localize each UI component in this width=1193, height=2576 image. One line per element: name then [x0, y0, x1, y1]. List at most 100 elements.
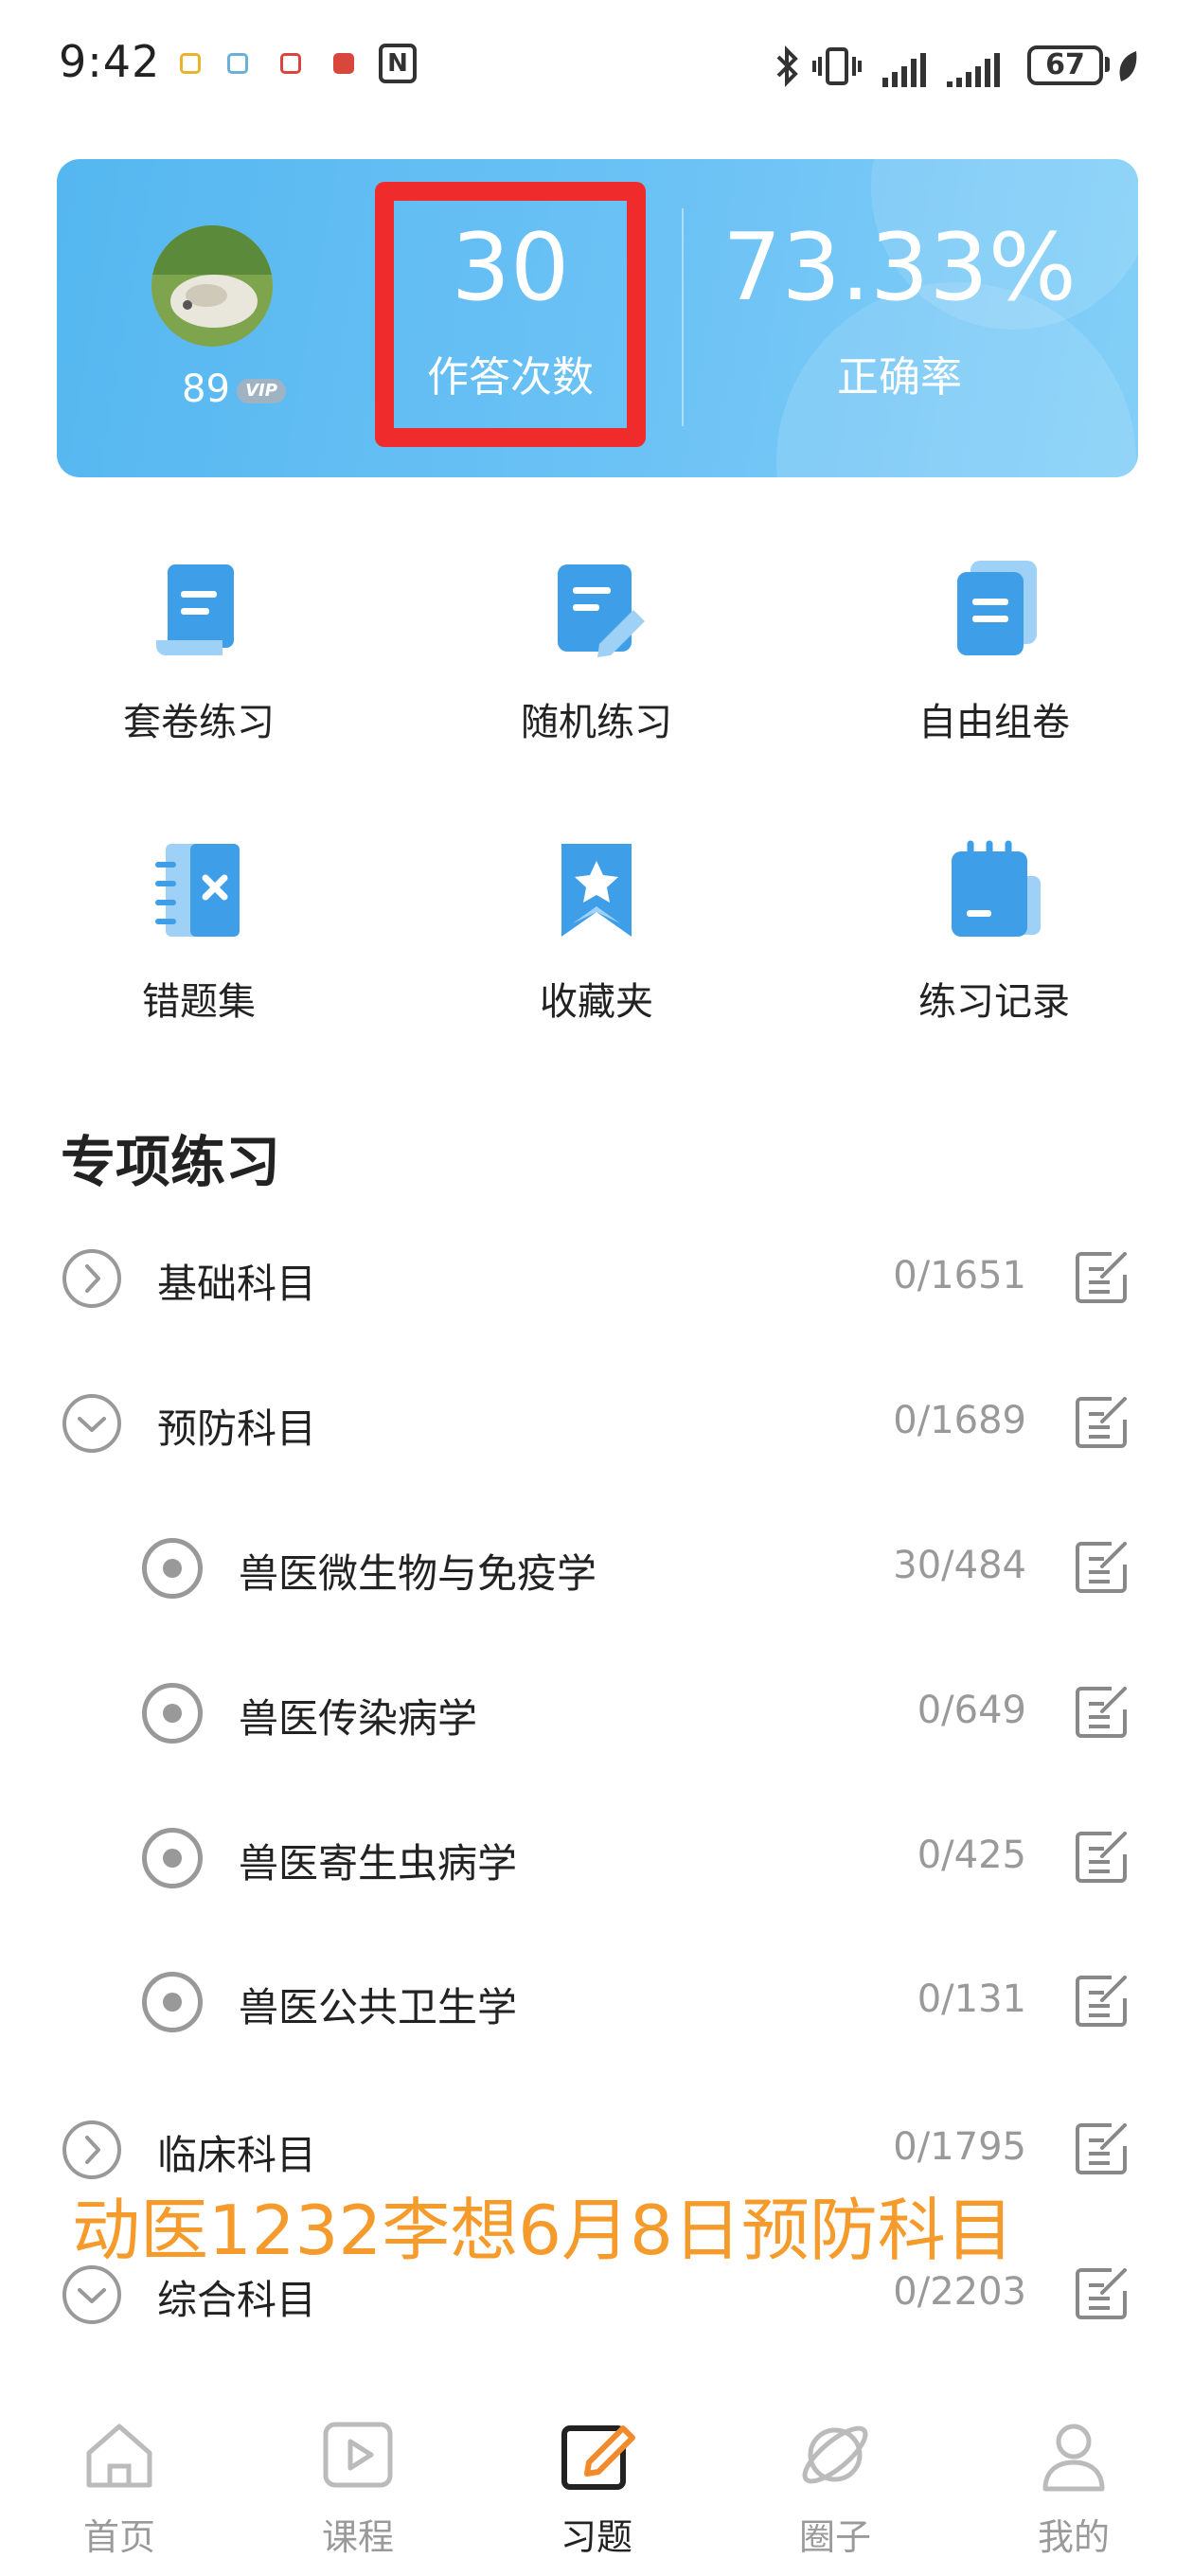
quick-action-set-paper[interactable]: 套卷练习: [57, 559, 341, 746]
quick-action-label: 收藏夹: [540, 980, 653, 1024]
quick-action-label: 自由组卷: [918, 701, 1070, 744]
chevron-right-icon[interactable]: [62, 1249, 121, 1308]
edit-icon[interactable]: [1074, 1538, 1131, 1595]
edit-paper-icon: [544, 559, 649, 663]
row-label: 预防科目: [157, 1405, 317, 1452]
row-label: 综合科目: [157, 2277, 317, 2323]
subject-row[interactable]: 兽医公共卫生学 0/131: [0, 1945, 1193, 2059]
category-row[interactable]: 基础科目 0/1651: [0, 1222, 1193, 1335]
subject-row[interactable]: 兽医传染病学 0/649: [0, 1656, 1193, 1770]
note-icon: [180, 53, 201, 74]
card-divider: [682, 208, 684, 426]
row-count: 0/425: [917, 1834, 1026, 1877]
chevron-down-icon[interactable]: [62, 1394, 121, 1453]
nfc-icon: N: [379, 44, 417, 83]
planet-icon: [795, 2415, 875, 2495]
signal-icon-2: [947, 53, 1000, 87]
row-label: 兽医传染病学: [239, 1695, 478, 1742]
target-icon: [142, 1972, 203, 2032]
nav-exercises[interactable]: 习题: [511, 2415, 682, 2560]
accuracy-value: 73.33%: [722, 214, 1077, 322]
target-icon: [142, 1828, 203, 1888]
row-label: 基础科目: [157, 1261, 317, 1307]
bookmark-star-icon: [544, 838, 649, 942]
section-title: 专项练习: [61, 1130, 281, 1194]
edit-icon[interactable]: [1074, 2264, 1131, 2321]
stats-card: 89 VIP 30 作答次数 73.33% 正确率: [57, 159, 1138, 477]
edit-icon[interactable]: [1074, 1248, 1131, 1305]
nav-courses[interactable]: 课程: [273, 2415, 443, 2560]
user-level: 89: [182, 367, 230, 411]
exercise-edit-icon: [557, 2415, 636, 2495]
nav-circle[interactable]: 圈子: [750, 2415, 920, 2560]
nav-label: 首页: [82, 2516, 155, 2558]
quick-action-random[interactable]: 随机练习: [454, 559, 739, 746]
nav-label: 习题: [560, 2516, 632, 2558]
quick-action-wrong-set[interactable]: 错题集: [57, 838, 341, 1026]
battery-level: 67: [1045, 48, 1085, 81]
chevron-down-icon[interactable]: [62, 2265, 121, 2324]
category-row[interactable]: 预防科目 0/1689: [0, 1367, 1193, 1480]
answer-count-label: 作答次数: [427, 353, 594, 402]
scroll-paper-icon: [147, 559, 251, 663]
quick-action-records[interactable]: 练习记录: [852, 838, 1136, 1026]
row-count: 0/649: [917, 1689, 1026, 1732]
edit-icon[interactable]: [1074, 1972, 1131, 2029]
quick-action-label: 随机练习: [521, 701, 672, 744]
app-screen: 9:42 N 67 89 VIP 30 作答次数 73.33% 正确率 套卷练习…: [0, 0, 1193, 2576]
row-count: 0/1689: [893, 1399, 1026, 1442]
row-label: 兽医微生物与免疫学: [239, 1550, 597, 1597]
health-icon: [333, 53, 354, 74]
subject-row[interactable]: 兽医微生物与免疫学 30/484: [0, 1512, 1193, 1625]
stacked-paper-icon: [942, 559, 1046, 663]
target-icon: [142, 1538, 203, 1599]
nav-home[interactable]: 首页: [34, 2415, 205, 2560]
battery-tip: [1105, 57, 1110, 72]
row-label: 临床科目: [157, 2132, 317, 2178]
quick-action-label: 套卷练习: [123, 701, 275, 744]
bottom-nav: 首页 课程 习题 圈子 我的: [0, 2387, 1193, 2576]
row-count: 0/131: [917, 1977, 1026, 2021]
target-icon: [142, 1683, 203, 1744]
leaf-icon: [1119, 51, 1137, 81]
avatar[interactable]: [151, 225, 273, 347]
quick-action-label: 错题集: [142, 980, 256, 1024]
edit-icon[interactable]: [1074, 1828, 1131, 1885]
answer-count-value: 30: [451, 214, 570, 322]
nav-label: 我的: [1037, 2516, 1110, 2558]
vip-badge: VIP: [237, 379, 286, 403]
screen-icon: [280, 53, 301, 74]
bluetooth-icon: [776, 45, 798, 87]
profile-icon: [1034, 2415, 1113, 2495]
vibrate-icon: [812, 47, 862, 85]
answer-count-stat[interactable]: 30 作答次数: [394, 216, 627, 403]
wrong-notebook-icon: [147, 838, 251, 942]
overlay-annotation: 动医1232李想6月8日预防科目: [72, 2191, 1014, 2270]
nav-label: 圈子: [798, 2516, 871, 2558]
row-label: 兽医公共卫生学: [239, 1984, 518, 2030]
quick-action-label: 练习记录: [918, 980, 1070, 1024]
nav-profile[interactable]: 我的: [988, 2415, 1159, 2560]
row-count: 0/1651: [893, 1254, 1026, 1297]
message-icon: [227, 53, 248, 74]
accuracy-label: 正确率: [837, 353, 962, 402]
quick-action-favorites[interactable]: 收藏夹: [454, 838, 739, 1026]
home-icon: [80, 2415, 159, 2495]
signal-icon: [882, 53, 926, 87]
battery-icon: 67: [1027, 45, 1103, 85]
row-count: 0/2203: [893, 2270, 1026, 2314]
edit-icon[interactable]: [1074, 1393, 1131, 1450]
chevron-right-icon[interactable]: [62, 2120, 121, 2179]
edit-icon[interactable]: [1074, 1683, 1131, 1740]
edit-icon[interactable]: [1074, 2120, 1131, 2176]
nav-label: 课程: [321, 2516, 394, 2558]
subject-row[interactable]: 兽医寄生虫病学 0/425: [0, 1801, 1193, 1915]
quick-action-free-compose[interactable]: 自由组卷: [852, 559, 1136, 746]
row-count: 30/484: [893, 1544, 1026, 1587]
record-notepad-icon: [942, 838, 1046, 942]
accuracy-stat[interactable]: 73.33% 正确率: [720, 216, 1079, 403]
row-count: 0/1795: [893, 2125, 1026, 2169]
course-play-icon: [318, 2415, 398, 2495]
status-time: 9:42: [59, 36, 161, 87]
row-label: 兽医寄生虫病学: [239, 1840, 518, 1887]
